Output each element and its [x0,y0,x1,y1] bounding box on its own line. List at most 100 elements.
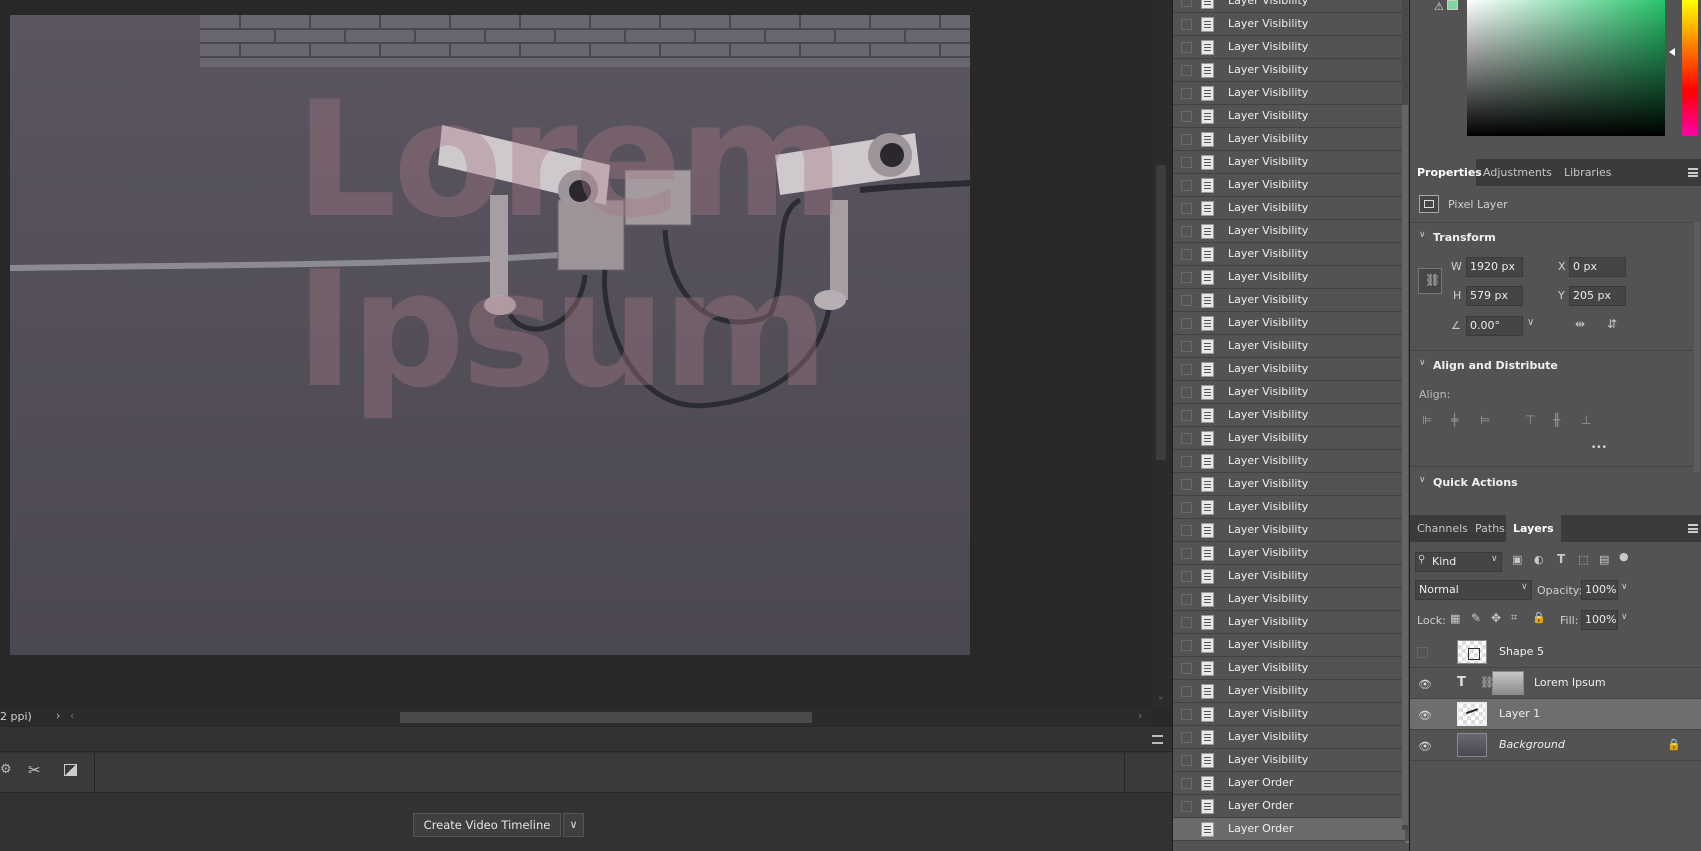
blend-mode-select[interactable]: Normal [1415,580,1532,600]
history-state-item[interactable]: Layer Visibility [1173,519,1405,542]
filter-pixel-icon[interactable]: ▣ [1512,553,1522,566]
history-snapshot-checkbox[interactable] [1181,364,1192,375]
history-snapshot-checkbox[interactable] [1181,732,1192,743]
link-dimensions-button[interactable]: ⛓ [1418,268,1442,294]
eye-icon[interactable]: 👁 [1418,740,1432,753]
history-snapshot-checkbox[interactable] [1181,387,1192,398]
history-snapshot-checkbox[interactable] [1181,824,1192,835]
history-state-item[interactable]: Layer Visibility [1173,611,1405,634]
height-field[interactable]: 579 px [1466,286,1523,306]
tab-libraries[interactable]: Libraries [1557,159,1619,186]
history-state-item[interactable]: Layer Visibility [1173,358,1405,381]
history-snapshot-checkbox[interactable] [1181,318,1192,329]
history-snapshot-checkbox[interactable] [1181,525,1192,536]
transform-section-title[interactable]: Transform [1433,231,1496,244]
filter-kind-select[interactable]: Kind [1415,552,1502,572]
timeline-menu-icon[interactable] [1152,735,1163,744]
create-video-timeline-button[interactable]: Create Video Timeline [413,813,561,837]
history-state-item[interactable]: Layer Visibility [1173,266,1405,289]
history-state-item[interactable]: Layer Order [1173,772,1405,795]
history-state-item[interactable]: Layer Visibility [1173,473,1405,496]
filter-adjustment-icon[interactable]: ◐ [1534,553,1544,566]
history-snapshot-checkbox[interactable] [1181,617,1192,628]
history-scrollbar[interactable] [1402,0,1408,830]
history-state-item[interactable]: Layer Visibility [1173,496,1405,519]
tab-properties[interactable]: Properties [1410,159,1482,186]
history-state-item[interactable]: Layer Visibility [1173,726,1405,749]
history-state-item[interactable]: Layer Visibility [1173,82,1405,105]
lock-all-icon[interactable]: 🔒 [1532,611,1546,624]
history-snapshot-checkbox[interactable] [1181,111,1192,122]
history-snapshot-checkbox[interactable] [1181,594,1192,605]
history-snapshot-checkbox[interactable] [1181,42,1192,53]
filter-shape-icon[interactable]: ⬚ [1578,553,1588,566]
eye-icon[interactable]: 👁 [1418,678,1432,691]
layer-name[interactable]: Layer 1 [1499,707,1540,720]
opacity-field[interactable]: 100% [1581,580,1618,600]
history-state-item[interactable]: Layer Visibility [1173,657,1405,680]
y-field[interactable]: 205 px [1569,286,1626,306]
history-snapshot-checkbox[interactable] [1181,686,1192,697]
chevron-down-icon[interactable]: ∨ [1419,475,1426,485]
history-state-item[interactable]: Layer Visibility [1173,542,1405,565]
history-state-item[interactable]: Layer Visibility [1173,634,1405,657]
history-state-item[interactable]: Layer Visibility [1173,335,1405,358]
history-snapshot-checkbox[interactable] [1181,157,1192,168]
history-snapshot-checkbox[interactable] [1181,502,1192,513]
history-snapshot-checkbox[interactable] [1181,548,1192,559]
history-state-item[interactable]: Layer Visibility [1173,289,1405,312]
history-state-item[interactable]: Layer Visibility [1173,174,1405,197]
tab-layers[interactable]: Layers [1506,515,1561,542]
flip-vertical-icon[interactable]: ⇵ [1607,317,1617,331]
scroll-left-icon[interactable]: ‹ [70,709,74,722]
filter-smart-object-icon[interactable]: ▤ [1599,553,1609,566]
history-snapshot-checkbox[interactable] [1181,663,1192,674]
layer-name[interactable]: Background [1499,738,1565,751]
lock-artboard-icon[interactable]: ⌗ [1511,611,1517,625]
x-field[interactable]: 0 px [1569,257,1626,277]
horizontal-scrollbar-thumb[interactable] [400,712,812,723]
history-state-item[interactable]: Layer Visibility [1173,427,1405,450]
history-state-item[interactable]: Layer Visibility [1173,220,1405,243]
history-snapshot-checkbox[interactable] [1181,0,1192,7]
history-state-item[interactable]: Layer Visibility [1173,404,1405,427]
history-snapshot-checkbox[interactable] [1181,295,1192,306]
history-state-item[interactable]: Layer Order [1173,818,1405,841]
hue-slider[interactable] [1682,0,1698,136]
history-snapshot-checkbox[interactable] [1181,640,1192,651]
transition-icon[interactable] [64,764,77,776]
scrollbar-thumb[interactable] [1402,105,1408,825]
chevron-down-icon[interactable]: ∨ [1419,358,1426,368]
scissors-icon[interactable]: ✂ [28,761,41,779]
history-state-item[interactable]: Layer Visibility [1173,36,1405,59]
align-bottom-icon[interactable]: ⊥ [1581,413,1591,427]
scroll-down-icon[interactable]: ⌄ [1157,692,1165,702]
tab-adjustments[interactable]: Adjustments [1476,159,1559,186]
settings-icon[interactable]: ⚙ [0,762,12,777]
align-left-icon[interactable]: ⊫ [1422,413,1432,427]
scroll-right-icon[interactable]: › [1138,709,1142,722]
fill-dropdown-icon[interactable]: ∨ [1621,612,1628,622]
history-state-item[interactable]: Layer Visibility [1173,749,1405,772]
angle-dropdown-icon[interactable]: ∨ [1527,317,1534,328]
layer-row-layer-1[interactable]: 👁 Layer 1 [1410,699,1701,730]
filter-toggle-icon[interactable]: ● [1619,550,1629,563]
history-state-item[interactable]: Layer Visibility [1173,59,1405,82]
history-snapshot-checkbox[interactable] [1181,778,1192,789]
layer-row-background[interactable]: 👁 Background 🔒 [1410,730,1701,761]
history-snapshot-checkbox[interactable] [1181,88,1192,99]
align-center-horizontal-icon[interactable]: ╪ [1451,413,1458,427]
history-snapshot-checkbox[interactable] [1181,410,1192,421]
fill-field[interactable]: 100% [1581,610,1618,630]
history-snapshot-checkbox[interactable] [1181,755,1192,766]
timeline-type-dropdown[interactable]: ∨ [563,813,584,837]
history-snapshot-checkbox[interactable] [1181,272,1192,283]
history-snapshot-checkbox[interactable] [1181,571,1192,582]
lock-image-brush-icon[interactable]: ✎ [1471,611,1481,625]
filter-type-icon[interactable]: T [1557,552,1565,566]
history-state-item[interactable]: Layer Order [1173,795,1405,818]
layer-mask-thumbnail[interactable] [1492,671,1524,695]
tab-channels[interactable]: Channels [1410,515,1475,542]
history-snapshot-checkbox[interactable] [1181,203,1192,214]
canvas-vertical-scrollbar[interactable]: ⌄ [1152,0,1172,710]
